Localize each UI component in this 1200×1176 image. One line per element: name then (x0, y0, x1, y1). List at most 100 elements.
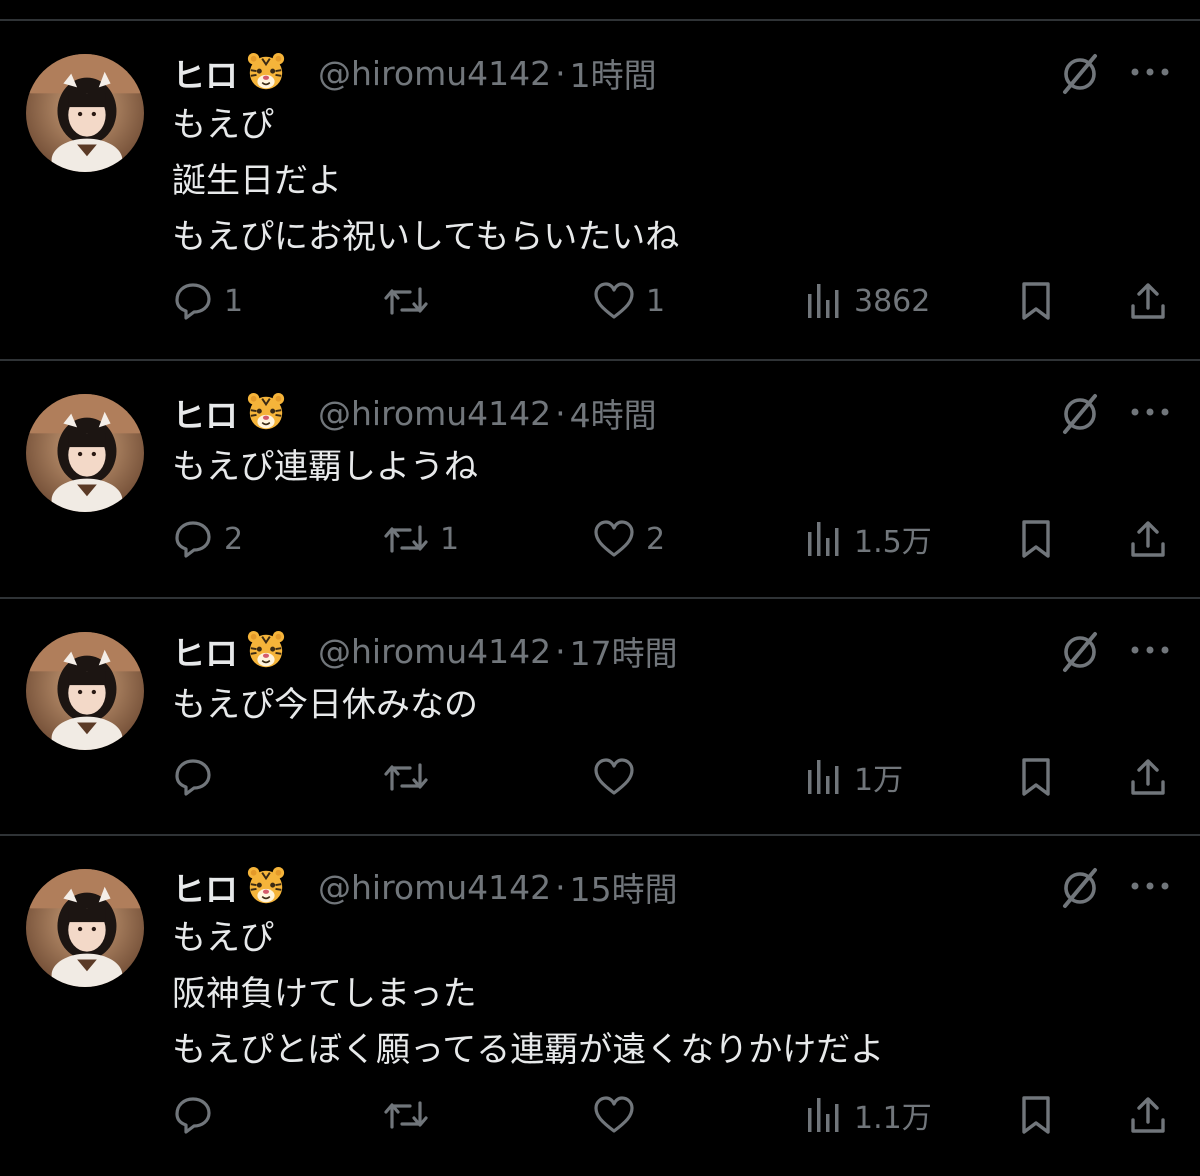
retweet-button[interactable] (382, 276, 440, 326)
bookmark-icon (1022, 758, 1050, 796)
tweet-1[interactable]: ヒロ @hiromu4142 · 1時間 もえぴ 誕生日だよ もえぴにお祝いして… (0, 21, 1200, 361)
timestamp[interactable]: 4時間 (570, 389, 657, 437)
reply-count: 1 (224, 283, 244, 319)
views-count: 1.5万 (854, 525, 932, 560)
reply-icon (175, 1097, 211, 1134)
like-count: 2 (646, 521, 666, 557)
display-name[interactable]: ヒロ (172, 627, 238, 675)
bookmark-button[interactable] (1016, 276, 1056, 326)
tweet-text: もえぴ連覇しようね (172, 439, 478, 495)
display-name[interactable]: ヒロ (172, 49, 238, 97)
reply-button[interactable]: 2 (172, 514, 243, 564)
views-button[interactable]: 1.5万 (804, 514, 932, 564)
user-handle[interactable]: @hiromu4142 (318, 54, 551, 93)
user-handle[interactable]: @hiromu4142 (318, 394, 551, 433)
views-button[interactable]: 3862 (804, 276, 930, 326)
grok-icon[interactable] (1058, 630, 1102, 674)
retweet-button[interactable] (382, 1090, 440, 1140)
views-button[interactable]: 1.1万 (804, 1090, 932, 1140)
reply-icon (175, 283, 211, 320)
share-icon (1131, 759, 1165, 795)
tiger-face-icon (246, 631, 286, 669)
display-name[interactable]: ヒロ (172, 863, 238, 911)
more-options-icon[interactable] (1130, 880, 1170, 892)
more-options-icon[interactable] (1130, 66, 1170, 78)
retweet-icon (384, 1101, 428, 1129)
bar-chart-icon (808, 1098, 839, 1132)
views-count: 3862 (854, 283, 931, 319)
tweet-text-line: もえぴ今日休みなの (172, 685, 478, 725)
views-count: 1.1万 (854, 1101, 932, 1136)
bookmark-button[interactable] (1016, 514, 1056, 564)
avatar[interactable] (26, 54, 144, 172)
action-bar: 1万 (0, 752, 1200, 802)
bookmark-icon (1022, 1096, 1050, 1134)
tweet-text: もえぴ 誕生日だよ もえぴにお祝いしてもらいたいね (172, 97, 679, 265)
like-button[interactable]: 2 (592, 514, 665, 564)
timestamp[interactable]: 15時間 (570, 863, 678, 911)
bar-chart-icon (808, 284, 839, 318)
retweet-count: 1 (440, 521, 460, 557)
display-name[interactable]: ヒロ (172, 389, 238, 437)
bar-chart-icon (808, 760, 839, 794)
action-bar: 2 1 2 1.5万 (0, 514, 1200, 564)
tweet-text-line: もえぴとぼく願ってる連覇が遠くなりかけだよ (172, 1030, 885, 1070)
user-handle[interactable]: @hiromu4142 (318, 868, 551, 907)
reply-button[interactable] (172, 752, 224, 802)
avatar[interactable] (26, 394, 144, 512)
retweet-button[interactable]: 1 (382, 514, 459, 564)
tiger-face-icon (246, 53, 286, 91)
reply-count: 2 (224, 521, 244, 557)
grok-icon[interactable] (1058, 866, 1102, 910)
grok-icon[interactable] (1058, 392, 1102, 436)
views-button[interactable]: 1万 (804, 752, 903, 802)
tweet-text-line: もえぴ (172, 105, 274, 145)
retweet-button[interactable] (382, 752, 440, 802)
bookmark-button[interactable] (1016, 752, 1056, 802)
bookmark-button[interactable] (1016, 1090, 1056, 1140)
tweet-2[interactable]: ヒロ @hiromu4142 · 4時間 もえぴ連覇しようね 2 1 2 1.5… (0, 361, 1200, 599)
share-icon (1131, 283, 1165, 319)
tiger-face-icon (246, 393, 286, 431)
share-button[interactable] (1128, 752, 1168, 802)
reply-icon (175, 759, 211, 796)
like-count: 1 (646, 283, 666, 319)
more-options-icon[interactable] (1130, 406, 1170, 418)
heart-icon (594, 758, 634, 795)
tweet-text-line: 誕生日だよ (172, 161, 342, 201)
retweet-icon (384, 763, 428, 791)
tweet-header: ヒロ @hiromu4142 · 4時間 (172, 388, 657, 438)
grok-icon[interactable] (1058, 52, 1102, 96)
like-button[interactable] (592, 1090, 646, 1140)
tweet-text-line: もえぴ連覇しようね (172, 447, 478, 487)
reply-button[interactable]: 1 (172, 276, 243, 326)
heart-icon (594, 282, 634, 319)
tweet-text: もえぴ 阪神負けてしまった もえぴとぼく願ってる連覇が遠くなりかけだよ (172, 910, 884, 1078)
like-button[interactable] (592, 752, 646, 802)
share-icon (1131, 1097, 1165, 1133)
timestamp[interactable]: 17時間 (570, 627, 678, 675)
separator: · (555, 631, 566, 671)
share-button[interactable] (1128, 514, 1168, 564)
heart-icon (594, 1096, 634, 1133)
share-button[interactable] (1128, 1090, 1168, 1140)
reply-button[interactable] (172, 1090, 224, 1140)
bookmark-icon (1022, 282, 1050, 320)
tweet-header: ヒロ @hiromu4142 · 17時間 (172, 626, 678, 676)
avatar[interactable] (26, 632, 144, 750)
bookmark-icon (1022, 520, 1050, 558)
tiger-face-icon (246, 867, 286, 905)
bar-chart-icon (808, 522, 839, 556)
tweet-4[interactable]: ヒロ @hiromu4142 · 15時間 もえぴ 阪神負けてしまった もえぴと… (0, 836, 1200, 1176)
share-icon (1131, 521, 1165, 557)
user-handle[interactable]: @hiromu4142 (318, 632, 551, 671)
share-button[interactable] (1128, 276, 1168, 326)
timestamp[interactable]: 1時間 (570, 49, 657, 97)
like-button[interactable]: 1 (592, 276, 665, 326)
more-options-icon[interactable] (1130, 644, 1170, 656)
tweet-text-line: 阪神負けてしまった (172, 974, 477, 1014)
tweet-header: ヒロ @hiromu4142 · 15時間 (172, 862, 678, 912)
tweet-3[interactable]: ヒロ @hiromu4142 · 17時間 もえぴ今日休みなの 1万 (0, 599, 1200, 836)
avatar[interactable] (26, 869, 144, 987)
tweet-text-line: もえぴ (172, 918, 274, 958)
